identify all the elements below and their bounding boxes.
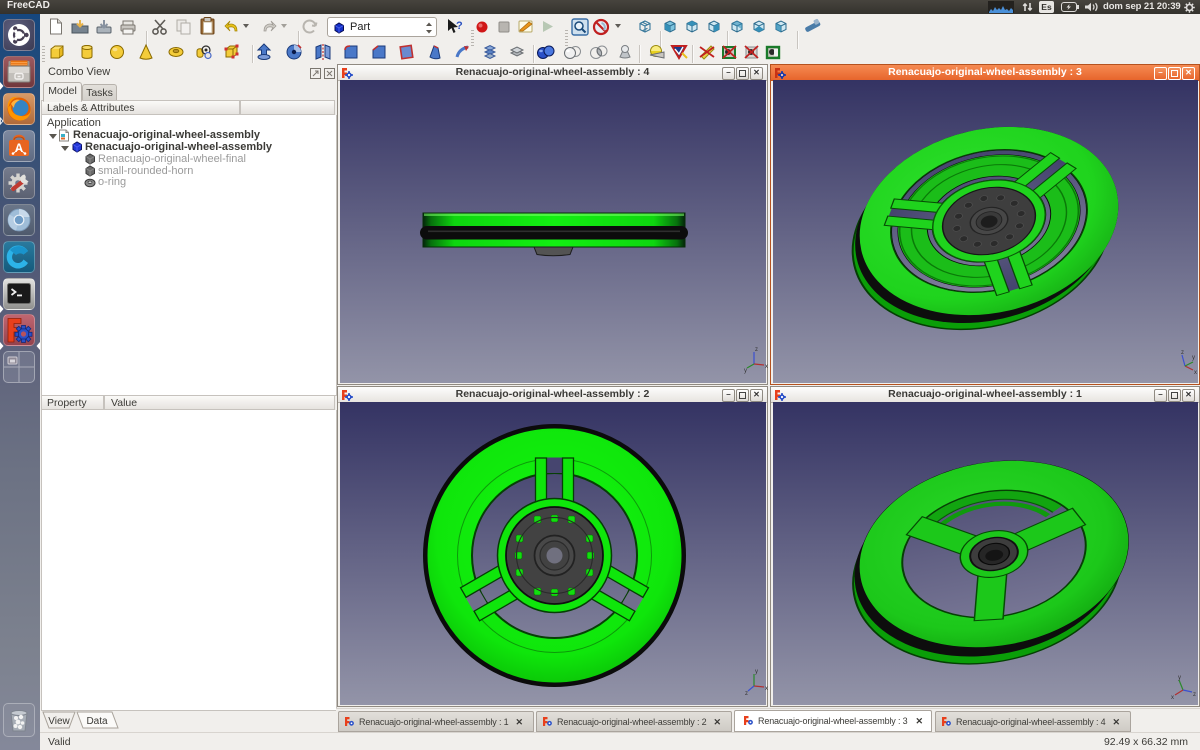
svg-text:z: z: [1181, 350, 1184, 356]
svg-text:y: y: [755, 669, 758, 675]
svg-text:z: z: [745, 691, 748, 697]
svg-text:z: z: [1193, 692, 1196, 698]
svg-text:x: x: [765, 686, 768, 692]
svg-text:y: y: [744, 368, 747, 374]
svg-text:Data: Data: [86, 716, 108, 727]
svg-text:View: View: [48, 716, 70, 727]
svg-text:?: ?: [456, 20, 463, 32]
svg-text:x: x: [765, 364, 768, 370]
svg-text:x: x: [1171, 695, 1174, 701]
svg-text:x: x: [1194, 370, 1197, 376]
svg-text:z: z: [755, 347, 758, 353]
svg-text:y: y: [1178, 675, 1181, 681]
svg-text:A: A: [15, 141, 24, 155]
svg-text:y: y: [1192, 355, 1195, 361]
